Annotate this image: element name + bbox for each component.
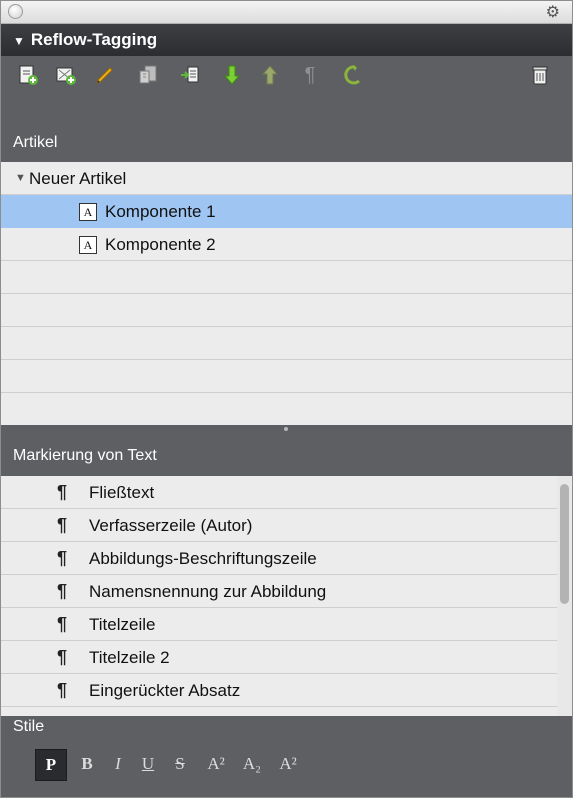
subscript-button[interactable]: A₂ xyxy=(237,749,267,779)
markup-label: Fließtext xyxy=(89,483,155,502)
component-label: Komponente 1 xyxy=(105,202,216,221)
article-list: ▼ Neuer Artikel A Komponente 1 A Kompone… xyxy=(1,162,572,425)
move-up-icon[interactable] xyxy=(257,62,283,88)
paragraph-icon[interactable]: ¶ xyxy=(297,62,323,88)
style-buttons: P B I U S A² A₂ A² xyxy=(1,739,572,797)
markup-label: Titelzeile 2 xyxy=(89,648,170,667)
component-icon[interactable] xyxy=(135,62,161,88)
markup-label: Eingerückter Absatz xyxy=(89,681,241,700)
markup-header: Markierung von Text xyxy=(1,425,572,476)
markup-row[interactable]: ¶ Verfasserzeile (Autor) xyxy=(1,509,557,542)
move-down-icon[interactable] xyxy=(219,62,245,88)
italic-button[interactable]: I xyxy=(107,749,129,779)
splitter-grip[interactable] xyxy=(284,427,288,431)
markup-scrollbar[interactable] xyxy=(557,476,572,716)
text-frame-icon: A xyxy=(79,203,97,221)
undo-icon[interactable] xyxy=(339,62,365,88)
markup-label: Titelzeile xyxy=(89,615,156,634)
pencil-icon[interactable] xyxy=(91,62,117,88)
superscript-alt-button[interactable]: A² xyxy=(273,749,303,779)
markup-row[interactable]: ¶ Eingerückter Absatz xyxy=(1,674,557,707)
article-component-row[interactable]: A Komponente 1 xyxy=(1,195,572,228)
bold-button[interactable]: B xyxy=(75,749,99,779)
panel-header[interactable]: ▼ Reflow-Tagging xyxy=(1,24,572,56)
markup-label: Namensnennung zur Abbildung xyxy=(89,582,327,601)
paragraph-icon: ¶ xyxy=(57,548,68,568)
merge-icon[interactable] xyxy=(177,62,203,88)
markup-row[interactable]: ¶ Abbildungs-Beschriftungszeile xyxy=(1,542,557,575)
paragraph-icon: ¶ xyxy=(57,482,68,502)
plain-style-button[interactable]: P xyxy=(35,749,67,781)
close-circle-icon[interactable] xyxy=(8,4,23,19)
add-component-icon[interactable] xyxy=(53,62,79,88)
styles-header: Stile xyxy=(1,716,572,739)
text-frame-icon: A xyxy=(79,236,97,254)
articles-header: Artikel xyxy=(1,94,572,162)
disclosure-triangle-icon[interactable]: ▼ xyxy=(13,25,25,57)
markup-label: Abbildungs-Beschriftungszeile xyxy=(89,549,317,568)
article-group-row[interactable]: ▼ Neuer Artikel xyxy=(1,162,572,195)
scrollbar-thumb[interactable] xyxy=(560,484,569,604)
markup-list: ¶ Fließtext ¶ Verfasserzeile (Autor) ¶ Abbi… xyxy=(1,476,572,716)
markup-label: Verfasserzeile (Autor) xyxy=(89,516,253,535)
underline-button[interactable]: U xyxy=(137,749,159,779)
panel-chrome: ⚙ xyxy=(1,1,572,24)
panel-title: Reflow-Tagging xyxy=(30,30,158,49)
article-group-label: Neuer Artikel xyxy=(29,169,127,188)
reflow-tagging-panel: ⚙ ▼ Reflow-Tagging ¶ Artikel ▼ Neuer Art… xyxy=(0,0,573,798)
superscript-button[interactable]: A² xyxy=(201,749,231,779)
paragraph-icon: ¶ xyxy=(57,614,68,634)
article-component-row[interactable]: A Komponente 2 xyxy=(1,228,572,261)
styles-header-label: Stile xyxy=(13,718,45,735)
gear-icon[interactable]: ⚙ xyxy=(546,2,560,22)
new-article-icon[interactable] xyxy=(15,62,41,88)
component-label: Komponente 2 xyxy=(105,235,216,254)
toolbar: ¶ xyxy=(1,56,572,94)
paragraph-icon: ¶ xyxy=(57,581,68,601)
markup-row[interactable]: ¶ Fließtext xyxy=(1,476,557,509)
markup-row[interactable]: ¶ Titelzeile 2 xyxy=(1,641,557,674)
paragraph-icon: ¶ xyxy=(57,680,68,700)
strikethrough-button[interactable]: S xyxy=(169,749,191,779)
markup-row[interactable]: ¶ Namensnennung zur Abbildung xyxy=(1,575,557,608)
paragraph-icon: ¶ xyxy=(57,515,68,535)
paragraph-icon: ¶ xyxy=(57,647,68,667)
disclosure-triangle-icon[interactable]: ▼ xyxy=(15,162,26,195)
markup-row[interactable]: ¶ Titelzeile xyxy=(1,608,557,641)
markup-header-label: Markierung von Text xyxy=(13,447,157,464)
trash-icon[interactable] xyxy=(527,62,553,88)
articles-header-label: Artikel xyxy=(13,134,58,151)
